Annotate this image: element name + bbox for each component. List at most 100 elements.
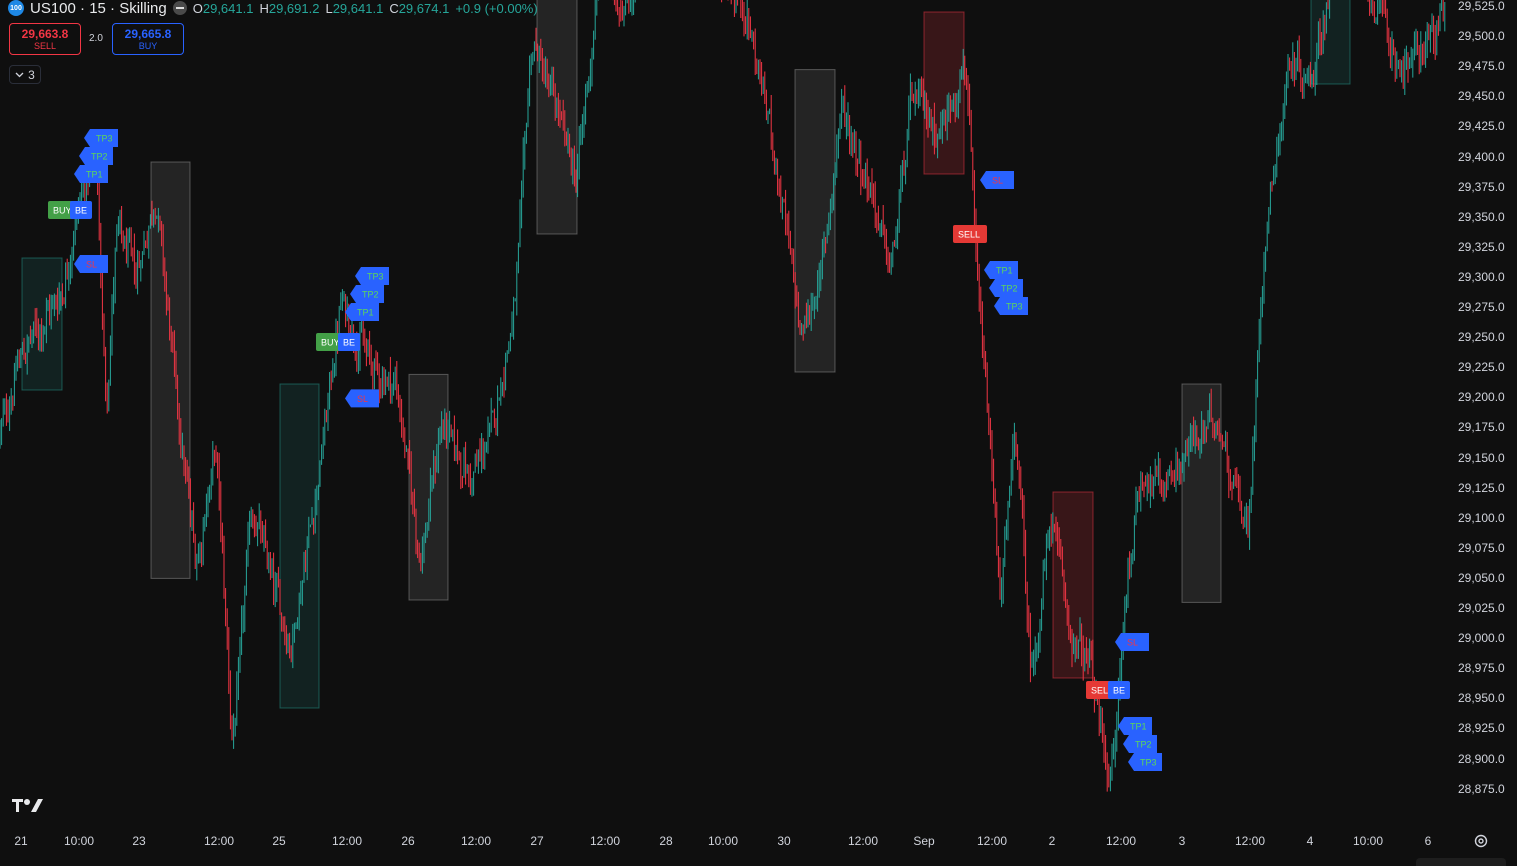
trade-marker-tp3: TP3 — [355, 267, 389, 285]
price-tick-label: 29,025.0 — [1458, 601, 1505, 615]
tp-tag-label: TP2 — [91, 152, 108, 162]
tp-tag-label: TP1 — [1130, 722, 1147, 732]
trade-marker-sl: SL — [1115, 633, 1149, 651]
sell-price: 29,663.8 — [21, 27, 69, 41]
trade-marker-sl: SL — [345, 389, 379, 408]
price-tick-label: 29,525.0 — [1458, 0, 1505, 13]
time-tick-label: 12:00 — [847, 834, 879, 848]
price-tick-label: 29,500.0 — [1458, 29, 1505, 44]
price-tick-label: 28,900.0 — [1458, 751, 1505, 766]
time-tick-label: 4 — [1306, 834, 1314, 848]
ohlc-close-value: 29,674.1 — [398, 0, 450, 16]
trade-zone-neutral — [150, 161, 191, 579]
price-chart[interactable]: TP3TP2TP1BUY BESLTP3TP2TP1BUY BESLSLSELLTP… — [0, 0, 1446, 826]
time-tick-label: Sep — [913, 834, 935, 848]
ohlc-low-label: L — [325, 0, 333, 16]
trade-zone-buy — [279, 383, 320, 709]
time-tick-label: 2 — [1048, 834, 1056, 848]
buy-button[interactable]: 29,665.8 BUY — [112, 23, 184, 55]
symbol-logo-icon[interactable]: 100 — [8, 0, 24, 16]
price-tick-label: 29,100.0 — [1458, 510, 1505, 525]
price-change: +0.9 (+0.00%) — [455, 0, 538, 16]
spread-value: 2.0 — [89, 33, 103, 44]
trade-marker-sell: SELL — [953, 225, 987, 243]
market-status-icon[interactable] — [172, 1, 187, 15]
time-tick-label: 10:00 — [1352, 834, 1384, 848]
trade-marker-tp1: TP1 — [74, 165, 108, 183]
time-tick-label: 28 — [659, 834, 673, 848]
tp-tag-label: TP2 — [1001, 284, 1018, 294]
time-tick-label: 12:00 — [1234, 834, 1266, 848]
time-tick-label: 27 — [530, 834, 544, 848]
be-tag-label: BE — [1113, 686, 1125, 696]
time-axis[interactable]: 21 10:00 23 12:00 25 12:00 26 12:00 27 12:00 28 10:… — [0, 826, 1446, 856]
tp-tag-label: TP2 — [1135, 740, 1152, 750]
ohlc-open-value: 29,641.1 — [202, 0, 254, 16]
time-tick-label: 26 — [401, 834, 415, 848]
time-tick-label: 23 — [132, 834, 146, 848]
buy-label: BUY — [138, 41, 158, 51]
price-tick-label: 28,875.0 — [1458, 781, 1505, 796]
tradingview-logo-icon[interactable] — [12, 796, 44, 819]
entry-buy-tag-label: BUY — [321, 338, 340, 348]
trade-marker-be: BE — [338, 333, 360, 351]
be-tag-label: BE — [75, 206, 87, 216]
trade-marker-sl: SL — [74, 255, 108, 273]
trade-marker-tp2: TP2 — [989, 279, 1023, 297]
tp-tag-label: TP3 — [1006, 302, 1023, 312]
tp-tag-label: TP1 — [86, 170, 103, 180]
be-tag-label: BE — [343, 338, 355, 348]
trade-marker-tp1: TP1 — [1118, 717, 1152, 735]
markers-layer: TP3TP2TP1BUY BESLTP3TP2TP1BUY BESLSLSELLTP… — [48, 129, 1162, 771]
bottom-panel-handle[interactable] — [1416, 858, 1506, 866]
time-tick-label: 12:00 — [203, 834, 235, 848]
ohlc-high-value: 29,691.2 — [268, 0, 320, 16]
time-tick-label: 12:00 — [460, 834, 492, 848]
price-axis[interactable]: 29,525.0 29,500.0 29,475.0 29,450.0 29,425.0… — [1446, 0, 1517, 826]
trade-marker-tp1: TP1 — [984, 261, 1018, 279]
time-tick-label: 30 — [777, 834, 791, 848]
price-tick-label: 28,975.0 — [1458, 661, 1505, 676]
sl-tag-label: SL — [992, 176, 1003, 186]
time-tick-label: 21 — [14, 834, 28, 848]
ohlc-open-label: O — [192, 0, 203, 16]
trade-marker-tp1: TP1 — [345, 303, 379, 321]
price-tick-label: 29,425.0 — [1458, 119, 1505, 134]
trade-marker-sl: SL — [980, 171, 1014, 189]
sl-tag-label: SL — [86, 260, 97, 270]
zones-layer — [21, 0, 1351, 709]
trade-zone-sell — [1052, 491, 1094, 679]
buy-price: 29,665.8 — [124, 27, 172, 41]
price-tick-label: 29,050.0 — [1458, 570, 1505, 585]
trade-marker-tp3: TP3 — [84, 129, 118, 147]
time-tick-label: 12:00 — [589, 834, 621, 848]
price-tick-label: 29,200.0 — [1458, 390, 1505, 405]
time-tick-label: 10:00 — [63, 834, 95, 848]
tp-tag-label: TP3 — [96, 134, 113, 144]
trade-marker-tp2: TP2 — [79, 147, 113, 165]
ohlc-high-label: H — [259, 0, 269, 16]
entry-sell-tag-label: SELL — [958, 230, 980, 240]
trade-marker-tp3: TP3 — [1128, 753, 1162, 771]
price-tick-label: 29,375.0 — [1458, 179, 1505, 194]
symbol-legend: 100 US100 · 15 · Skilling O29,641.1 H29,… — [8, 0, 538, 17]
price-tick-label: 29,400.0 — [1458, 149, 1505, 164]
price-tick-label: 28,925.0 — [1458, 721, 1505, 736]
sell-button[interactable]: 29,663.8 SELL — [9, 23, 81, 55]
time-tick-label: 3 — [1178, 834, 1186, 848]
tp-tag-label: TP2 — [362, 290, 379, 300]
price-tick-label: 29,475.0 — [1458, 59, 1505, 74]
symbol-title[interactable]: US100 · 15 · Skilling — [30, 0, 167, 17]
time-tick-label: 12:00 — [1105, 834, 1137, 848]
indicators-toggle-button[interactable]: 3 — [9, 65, 41, 84]
ohlc-low-value: 29,641.1 — [332, 0, 384, 16]
chevron-down-icon — [15, 72, 24, 77]
price-tick-label: 29,000.0 — [1458, 631, 1505, 646]
tp-tag-label: TP3 — [367, 272, 384, 282]
trade-marker-tp3: TP3 — [994, 297, 1028, 315]
tp-tag-label: TP3 — [1140, 758, 1157, 768]
price-tick-label: 29,175.0 — [1458, 420, 1505, 435]
price-tick-label: 29,150.0 — [1458, 450, 1505, 465]
chart-settings-gear-icon[interactable] — [1473, 833, 1489, 849]
trade-marker-be: BE — [1108, 681, 1130, 699]
